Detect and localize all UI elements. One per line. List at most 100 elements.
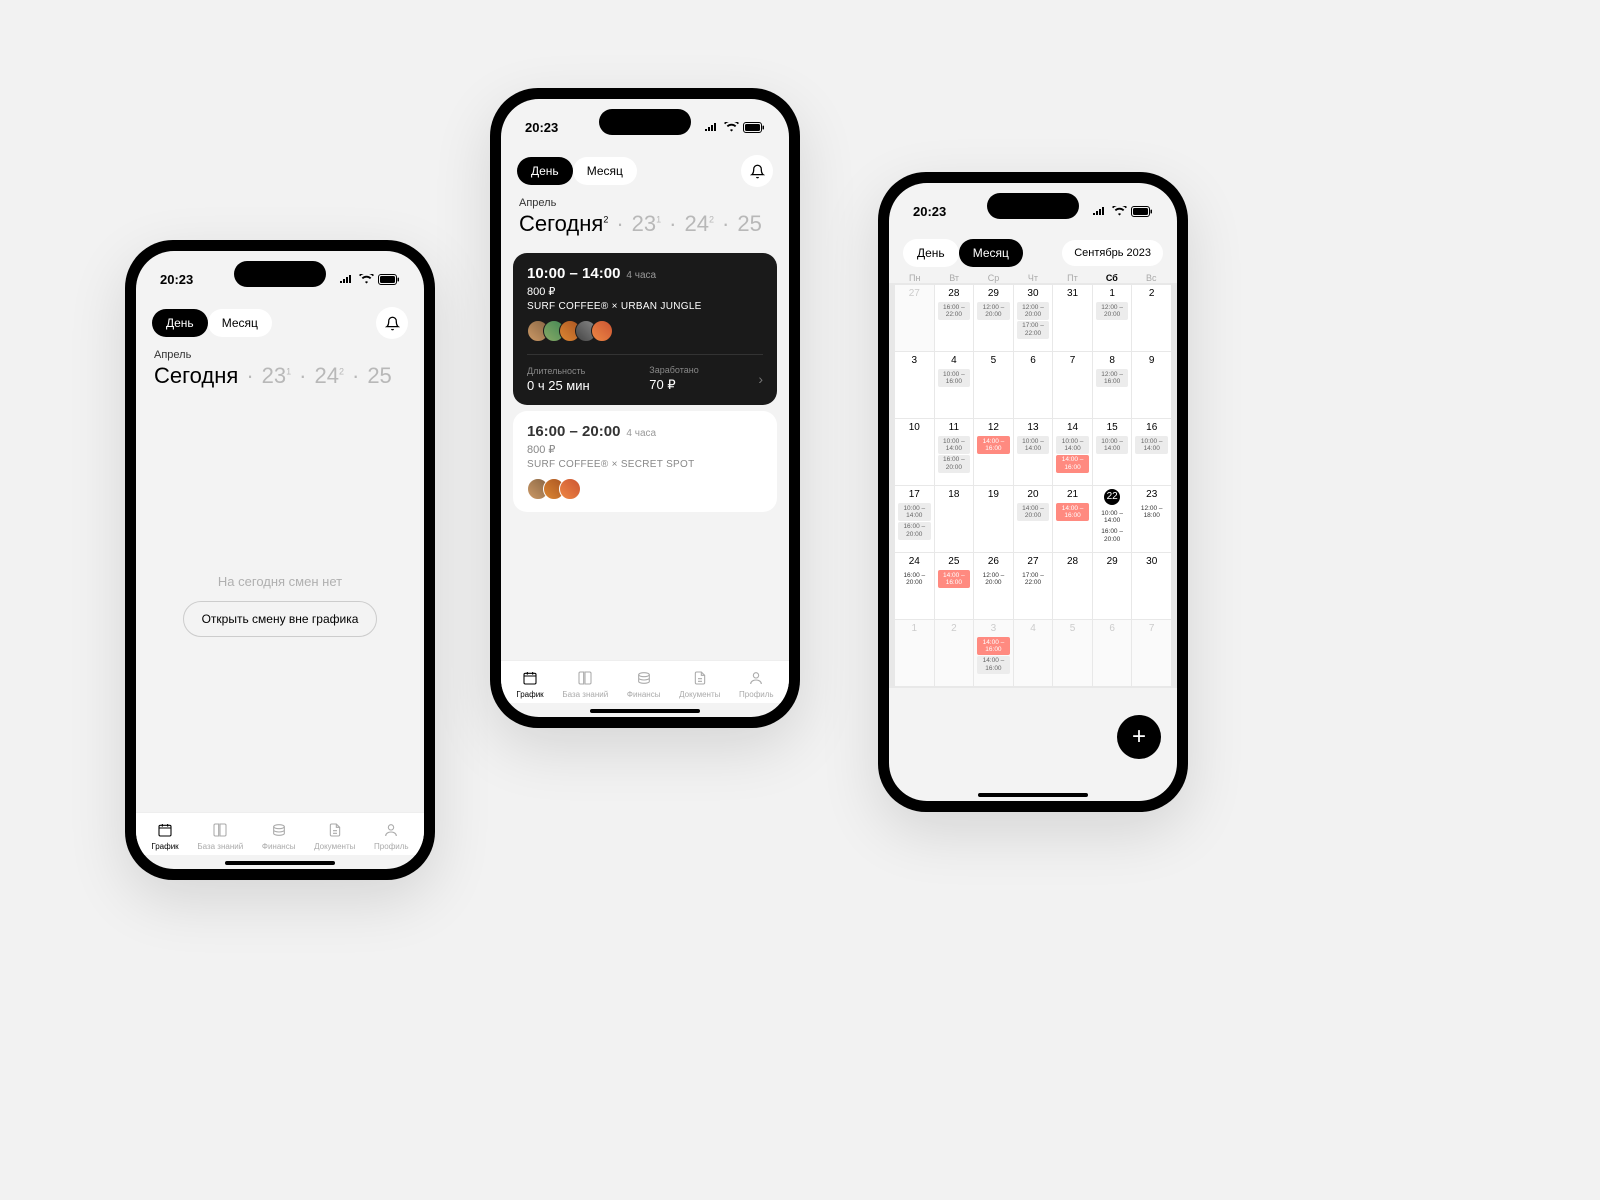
calendar-cell[interactable]: 19 (974, 486, 1013, 552)
month-picker[interactable]: Сентябрь 2023 (1062, 240, 1163, 266)
date-strip[interactable]: Сегодня · 231 · 242 · 25 (136, 361, 424, 399)
date-23[interactable]: 231 (632, 211, 662, 237)
calendar-cell[interactable]: 1710:00 – 14:0016:00 – 20:00 (895, 486, 934, 552)
add-button[interactable]: + (1117, 715, 1161, 759)
shift-slot[interactable]: 14:00 – 16:00 (977, 656, 1010, 674)
shift-slot[interactable]: 10:00 – 14:00 (898, 503, 931, 521)
tab-schedule[interactable]: График (516, 669, 543, 699)
toggle-month[interactable]: Месяц (208, 309, 272, 337)
shift-card-upcoming[interactable]: 16:00 – 20:004 часа 800 ₽ SURF COFFEE® ×… (513, 411, 777, 512)
tab-profile[interactable]: Профиль (739, 669, 774, 699)
tab-schedule[interactable]: График (151, 821, 178, 851)
calendar-cell[interactable]: 2612:00 – 20:00 (974, 553, 1013, 619)
tab-knowledge[interactable]: База знаний (197, 821, 243, 851)
toggle-month[interactable]: Месяц (573, 157, 637, 185)
tab-knowledge[interactable]: База знаний (562, 669, 608, 699)
shift-slot[interactable]: 10:00 – 14:00 (938, 436, 971, 454)
calendar-cell[interactable]: 2717:00 – 22:00 (1014, 553, 1053, 619)
calendar-cell[interactable]: 410:00 – 16:00 (935, 352, 974, 418)
calendar-cell[interactable]: 2014:00 – 20:00 (1014, 486, 1053, 552)
shift-slot[interactable]: 10:00 – 14:00 (1096, 436, 1129, 454)
tab-finance[interactable]: Финансы (262, 821, 296, 851)
shift-slot[interactable]: 10:00 – 14:00 (1096, 508, 1129, 526)
shift-slot[interactable]: 17:00 – 22:00 (1017, 321, 1050, 339)
calendar-cell[interactable]: 5 (974, 352, 1013, 418)
shift-slot[interactable]: 12:00 – 20:00 (1096, 302, 1129, 320)
shift-slot[interactable]: 16:00 – 20:00 (898, 570, 931, 588)
toggle-month[interactable]: Месяц (959, 239, 1023, 267)
shift-slot[interactable]: 17:00 – 22:00 (1017, 570, 1050, 588)
date-23[interactable]: 231 (262, 363, 292, 389)
calendar-cell[interactable]: 4 (1014, 620, 1053, 686)
calendar-cell[interactable]: 1 (895, 620, 934, 686)
shift-slot[interactable]: 10:00 – 14:00 (1135, 436, 1168, 454)
calendar-cell[interactable]: 2210:00 – 14:0016:00 – 20:00 (1093, 486, 1132, 552)
calendar-cell[interactable]: 7 (1053, 352, 1092, 418)
tab-documents[interactable]: Документы (679, 669, 720, 699)
tab-finance[interactable]: Финансы (627, 669, 661, 699)
date-25[interactable]: 25 (367, 363, 391, 389)
shift-slot[interactable]: 14:00 – 20:00 (1017, 503, 1050, 521)
calendar-cell[interactable]: 27 (895, 285, 934, 351)
calendar-cell[interactable]: 2912:00 – 20:00 (974, 285, 1013, 351)
calendar-cell[interactable]: 5 (1053, 620, 1092, 686)
calendar-cell[interactable]: 30 (1132, 553, 1171, 619)
calendar-cell[interactable]: 1310:00 – 14:00 (1014, 419, 1053, 485)
shift-slot[interactable]: 12:00 – 20:00 (977, 302, 1010, 320)
calendar-cell[interactable]: 812:00 – 16:00 (1093, 352, 1132, 418)
toggle-day[interactable]: День (903, 239, 959, 267)
shift-stats[interactable]: Длительность 0 ч 25 мин Заработано 70 ₽ … (527, 354, 763, 393)
calendar-cell[interactable]: 2312:00 – 18:00 (1132, 486, 1171, 552)
calendar-cell[interactable]: 18 (935, 486, 974, 552)
calendar-cell[interactable]: 2 (1132, 285, 1171, 351)
shift-slot[interactable]: 12:00 – 18:00 (1135, 503, 1168, 521)
shift-slot[interactable]: 14:00 – 16:00 (938, 570, 971, 588)
calendar-cell[interactable]: 2114:00 – 16:00 (1053, 486, 1092, 552)
shift-slot[interactable]: 14:00 – 16:00 (1056, 455, 1089, 473)
calendar-cell[interactable]: 1610:00 – 14:00 (1132, 419, 1171, 485)
calendar-cell[interactable]: 2514:00 – 16:00 (935, 553, 974, 619)
shift-slot[interactable]: 10:00 – 14:00 (1017, 436, 1050, 454)
toggle-day[interactable]: День (517, 157, 573, 185)
calendar-cell[interactable]: 29 (1093, 553, 1132, 619)
shift-slot[interactable]: 12:00 – 20:00 (1017, 302, 1050, 320)
shift-slot[interactable]: 14:00 – 16:00 (977, 436, 1010, 454)
shift-slot[interactable]: 16:00 – 20:00 (938, 455, 971, 473)
open-shift-button[interactable]: Открыть смену вне графика (183, 601, 378, 637)
calendar-cell[interactable]: 314:00 – 16:0014:00 – 16:00 (974, 620, 1013, 686)
shift-slot[interactable]: 12:00 – 20:00 (977, 570, 1010, 588)
calendar-cell[interactable]: 2816:00 – 22:00 (935, 285, 974, 351)
shift-slot[interactable]: 14:00 – 16:00 (977, 637, 1010, 655)
toggle-day[interactable]: День (152, 309, 208, 337)
notifications-button[interactable] (741, 155, 773, 187)
calendar-cell[interactable]: 112:00 – 20:00 (1093, 285, 1132, 351)
calendar-cell[interactable]: 3 (895, 352, 934, 418)
calendar-cell[interactable]: 6 (1014, 352, 1053, 418)
shift-slot[interactable]: 10:00 – 14:00 (1056, 436, 1089, 454)
shift-card-active[interactable]: 10:00 – 14:004 часа 800 ₽ SURF COFFEE® ×… (513, 253, 777, 405)
calendar-cell[interactable]: 6 (1093, 620, 1132, 686)
calendar-cell[interactable]: 28 (1053, 553, 1092, 619)
calendar-cell[interactable]: 2 (935, 620, 974, 686)
tab-profile[interactable]: Профиль (374, 821, 409, 851)
calendar-cell[interactable]: 1110:00 – 14:0016:00 – 20:00 (935, 419, 974, 485)
date-24[interactable]: 242 (685, 211, 715, 237)
date-24[interactable]: 242 (314, 363, 344, 389)
calendar-cell[interactable]: 1510:00 – 14:00 (1093, 419, 1132, 485)
shift-slot[interactable]: 14:00 – 16:00 (1056, 503, 1089, 521)
date-25[interactable]: 25 (737, 211, 761, 237)
date-strip[interactable]: Сегодня2 · 231 · 242 · 25 (501, 209, 789, 247)
notifications-button[interactable] (376, 307, 408, 339)
shift-slot[interactable]: 16:00 – 20:00 (898, 522, 931, 540)
calendar-cell[interactable]: 10 (895, 419, 934, 485)
calendar-cell[interactable]: 1410:00 – 14:0014:00 – 16:00 (1053, 419, 1092, 485)
shift-slot[interactable]: 16:00 – 22:00 (938, 302, 971, 320)
calendar-cell[interactable]: 9 (1132, 352, 1171, 418)
calendar-cell[interactable]: 3012:00 – 20:0017:00 – 22:00 (1014, 285, 1053, 351)
calendar-cell[interactable]: 7 (1132, 620, 1171, 686)
calendar-cell[interactable]: 1214:00 – 16:00 (974, 419, 1013, 485)
shift-slot[interactable]: 16:00 – 20:00 (1096, 527, 1129, 545)
shift-slot[interactable]: 10:00 – 16:00 (938, 369, 971, 387)
calendar-cell[interactable]: 31 (1053, 285, 1092, 351)
tab-documents[interactable]: Документы (314, 821, 355, 851)
